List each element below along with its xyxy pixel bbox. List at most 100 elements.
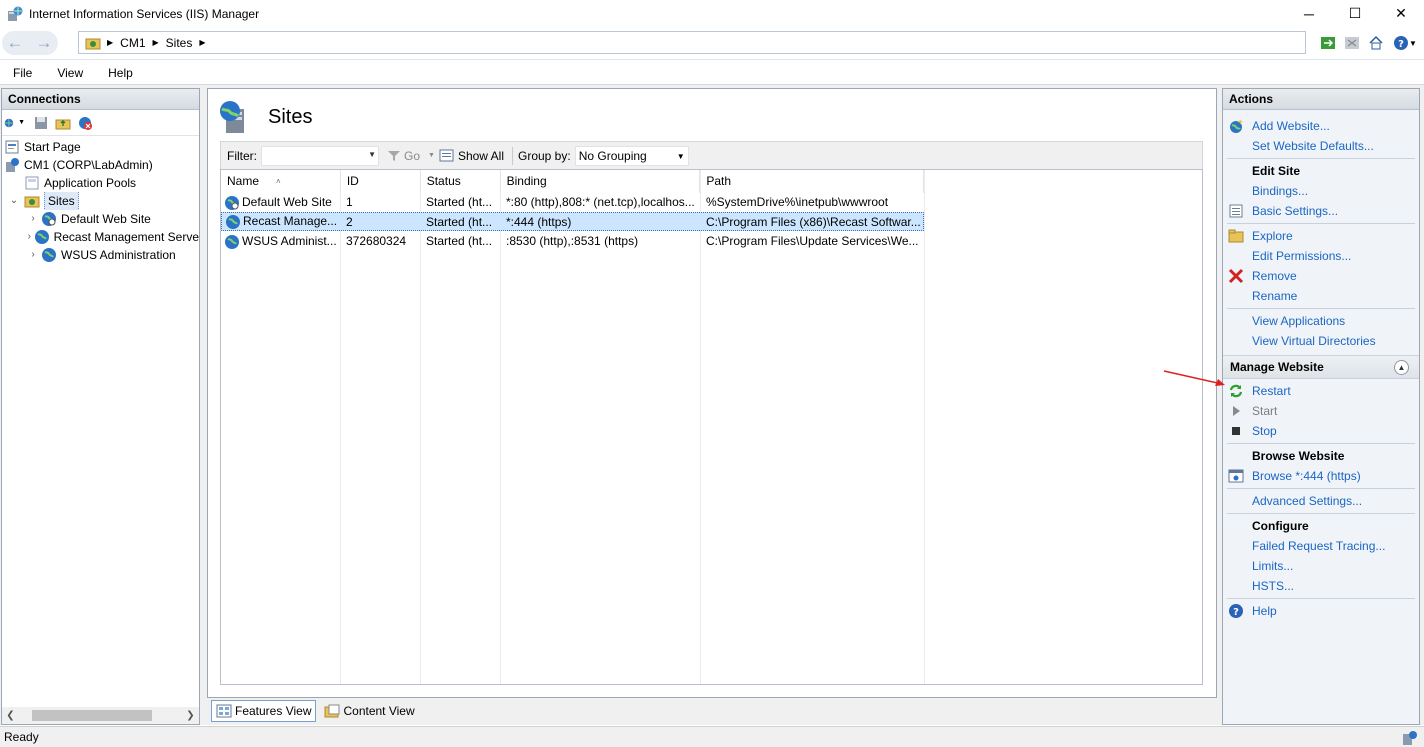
- chevron-up-icon[interactable]: ▲: [1394, 360, 1409, 375]
- breadcrumb-item[interactable]: Sites: [166, 36, 193, 50]
- action-view-applications[interactable]: View Applications: [1223, 311, 1419, 331]
- action-label: HSTS...: [1252, 579, 1295, 593]
- page-title: Sites: [268, 105, 313, 128]
- tree-node-server[interactable]: CM1 (CORP\LabAdmin): [2, 156, 199, 174]
- chevron-right-icon[interactable]: ›: [27, 246, 39, 264]
- chevron-right-icon[interactable]: ›: [27, 210, 39, 228]
- column-header-name[interactable]: Name ˄: [221, 170, 341, 193]
- chevron-down-icon[interactable]: ▼: [368, 150, 376, 159]
- action-limits[interactable]: Limits...: [1223, 556, 1419, 576]
- connections-hscrollbar[interactable]: ❮ ❯: [2, 707, 199, 724]
- action-label: Basic Settings...: [1252, 204, 1339, 218]
- minimize-button[interactable]: ─: [1286, 0, 1332, 27]
- action-label: Bindings...: [1252, 184, 1309, 198]
- sites-header: Sites: [218, 99, 312, 135]
- close-button[interactable]: ✕: [1378, 0, 1424, 27]
- blank-icon: [1228, 248, 1244, 264]
- chevron-down-icon[interactable]: ▼: [677, 147, 685, 166]
- action-hsts[interactable]: HSTS...: [1223, 576, 1419, 596]
- tree-node-start-page[interactable]: Start Page: [2, 138, 199, 156]
- stop-icon: [1228, 423, 1244, 439]
- tree-node-default-web-site[interactable]: › Default Web Site: [2, 210, 199, 228]
- cell-text: Recast Manage...: [243, 214, 338, 228]
- action-edit-permissions[interactable]: Edit Permissions...: [1223, 246, 1419, 266]
- breadcrumb-item[interactable]: CM1: [120, 36, 145, 50]
- action-label: Remove: [1252, 269, 1297, 283]
- action-explore[interactable]: Explore: [1223, 226, 1419, 246]
- refresh-connection-icon[interactable]: [1318, 33, 1338, 53]
- maximize-button[interactable]: ☐: [1332, 0, 1378, 27]
- action-remove[interactable]: Remove: [1223, 266, 1419, 286]
- scroll-right-icon[interactable]: ❯: [182, 710, 199, 721]
- action-browse[interactable]: Browse *:444 (https): [1223, 466, 1419, 486]
- scroll-left-icon[interactable]: ❮: [2, 710, 19, 721]
- scroll-thumb[interactable]: [32, 710, 152, 721]
- action-label: View Virtual Directories: [1252, 334, 1376, 348]
- action-view-virtual-directories[interactable]: View Virtual Directories: [1223, 331, 1419, 351]
- action-stop[interactable]: Stop: [1223, 421, 1419, 441]
- action-help[interactable]: ? Help: [1223, 601, 1419, 621]
- action-restart[interactable]: Restart: [1223, 381, 1419, 401]
- site-globe-icon: [225, 234, 239, 249]
- action-label: Help: [1252, 604, 1277, 618]
- new-connection-icon[interactable]: ▼: [4, 114, 28, 132]
- site-globe-icon: [225, 195, 239, 210]
- divider: [1227, 443, 1415, 444]
- tree-node-application-pools[interactable]: Application Pools: [2, 174, 199, 192]
- action-basic-settings[interactable]: Basic Settings...: [1223, 201, 1419, 221]
- cell-text: WSUS Administ...: [242, 234, 337, 248]
- home-icon[interactable]: [1366, 33, 1386, 53]
- menu-help[interactable]: Help: [108, 66, 133, 80]
- action-rename[interactable]: Rename: [1223, 286, 1419, 306]
- filter-input[interactable]: ▼: [261, 145, 379, 166]
- up-folder-icon[interactable]: [54, 114, 72, 132]
- cell-path: C:\Program Files\Update Services\We...: [706, 234, 919, 248]
- add-website-icon: [1228, 118, 1244, 134]
- column-header-path[interactable]: Path: [700, 170, 924, 193]
- action-bindings[interactable]: Bindings...: [1223, 181, 1419, 201]
- group-by-value: No Grouping: [578, 148, 647, 163]
- group-by-select[interactable]: No Grouping ▼: [574, 145, 689, 166]
- tree-node-wsus-administration[interactable]: › WSUS Administration: [2, 246, 199, 264]
- stop-connection-icon[interactable]: [1342, 33, 1362, 53]
- menu-view[interactable]: View: [57, 66, 83, 80]
- column-header-id[interactable]: ID: [341, 170, 421, 193]
- tree-node-label: Sites: [44, 192, 79, 210]
- show-all-icon: [439, 149, 454, 161]
- go-button[interactable]: Go ▼: [387, 149, 435, 163]
- status-bar: Ready: [0, 726, 1424, 747]
- content-view-icon: [324, 704, 340, 718]
- toolbar-separator: [511, 146, 513, 165]
- tab-features-view[interactable]: Features View: [211, 700, 317, 722]
- cell-path: %SystemDrive%\inetpub\wwwroot: [706, 195, 889, 209]
- globe-icon: [41, 247, 57, 263]
- action-label: Set Website Defaults...: [1252, 139, 1374, 153]
- help-dropdown-icon[interactable]: ? ▼: [1390, 33, 1420, 53]
- action-failed-request-tracing[interactable]: Failed Request Tracing...: [1223, 536, 1419, 556]
- tree-node-sites[interactable]: ⌄ Sites: [2, 192, 199, 210]
- table-row[interactable]: Default Web Site 1 Started (ht... *:80 (…: [221, 193, 924, 212]
- breadcrumb[interactable]: ▶ CM1 ▶ Sites ▶: [78, 31, 1306, 54]
- tab-content-view[interactable]: Content View: [320, 700, 418, 722]
- tree-node-recast-management[interactable]: › Recast Management Serve: [2, 228, 199, 246]
- action-advanced-settings[interactable]: Advanced Settings...: [1223, 491, 1419, 511]
- chevron-down-icon[interactable]: ▼: [428, 152, 435, 159]
- table-row[interactable]: Recast Manage... 2 Started (ht... *:444 …: [221, 212, 924, 231]
- chevron-down-icon[interactable]: ⌄: [8, 192, 20, 210]
- chevron-right-icon: ▶: [107, 38, 114, 47]
- action-add-website[interactable]: Add Website...: [1223, 116, 1419, 136]
- show-all-button[interactable]: Show All: [439, 149, 504, 163]
- menu-file[interactable]: File: [13, 66, 32, 80]
- back-arrow-icon[interactable]: ←: [4, 32, 26, 54]
- action-start[interactable]: Start: [1223, 401, 1419, 421]
- table-row[interactable]: WSUS Administ... 372680324 Started (ht..…: [221, 232, 924, 251]
- chevron-right-icon[interactable]: ›: [27, 228, 32, 246]
- column-header-binding[interactable]: Binding: [501, 170, 701, 193]
- action-set-website-defaults[interactable]: Set Website Defaults...: [1223, 136, 1419, 156]
- disconnect-icon[interactable]: [76, 114, 94, 132]
- column-header-status[interactable]: Status: [421, 170, 501, 193]
- blank-icon: [1228, 138, 1244, 154]
- table-header: Name ˄ ID Status Binding Path: [221, 170, 924, 193]
- forward-arrow-icon[interactable]: →: [33, 32, 55, 54]
- save-icon[interactable]: [32, 114, 50, 132]
